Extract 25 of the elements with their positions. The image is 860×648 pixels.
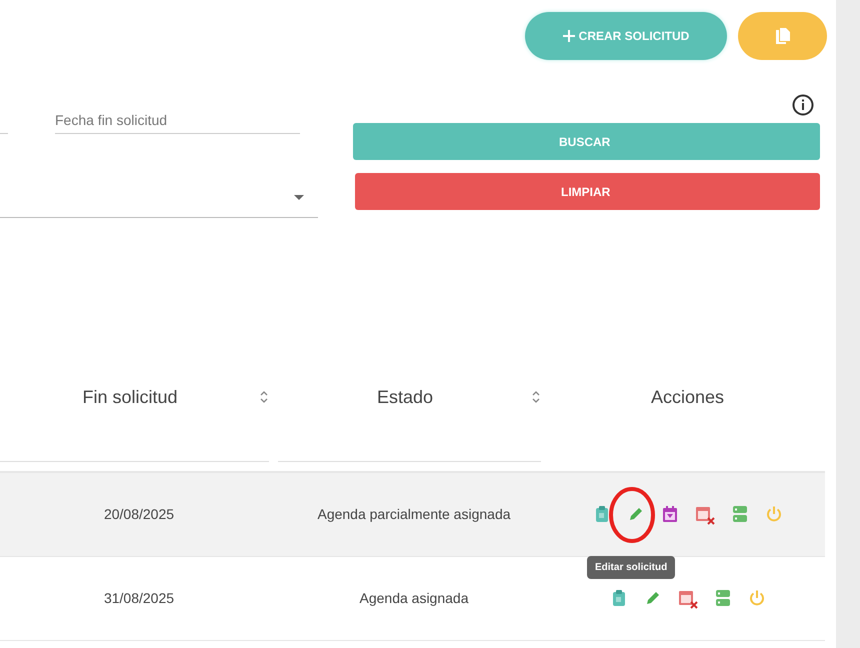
column-header[interactable]: Estado bbox=[278, 384, 532, 410]
power-icon[interactable] bbox=[764, 504, 782, 522]
table-cell-text: Agenda parcialmente asignada bbox=[316, 505, 512, 524]
table-row[interactable]: 20/08/2025 Agenda parcialmente asignada bbox=[0, 473, 825, 557]
column-header[interactable]: Fin solicitud bbox=[0, 384, 260, 410]
calendar-icon[interactable] bbox=[660, 504, 678, 522]
table-cell-text: Agenda asignada bbox=[358, 589, 470, 608]
copy-button[interactable] bbox=[738, 12, 827, 60]
server-icon[interactable] bbox=[730, 504, 748, 522]
server-icon[interactable] bbox=[714, 588, 732, 606]
power-icon[interactable] bbox=[748, 588, 766, 606]
table-cell-text: 20/08/2025 bbox=[102, 505, 176, 524]
column-header: Acciones bbox=[650, 386, 726, 408]
sort-icon[interactable] bbox=[260, 390, 268, 404]
highlight-circle bbox=[608, 486, 656, 544]
sort-icon[interactable] bbox=[532, 390, 540, 404]
plus-icon bbox=[562, 30, 575, 42]
caret-icon bbox=[294, 195, 304, 200]
info-icon[interactable] bbox=[792, 94, 814, 116]
calendar-x-icon[interactable] bbox=[694, 504, 714, 524]
document-icon bbox=[776, 28, 790, 44]
calendar-x-icon[interactable] bbox=[678, 588, 698, 608]
tooltip: Editar solicitud bbox=[587, 556, 676, 579]
clear-button[interactable]: LIMPIAR bbox=[355, 173, 820, 210]
table-cell-text: 31/08/2025 bbox=[102, 589, 176, 608]
